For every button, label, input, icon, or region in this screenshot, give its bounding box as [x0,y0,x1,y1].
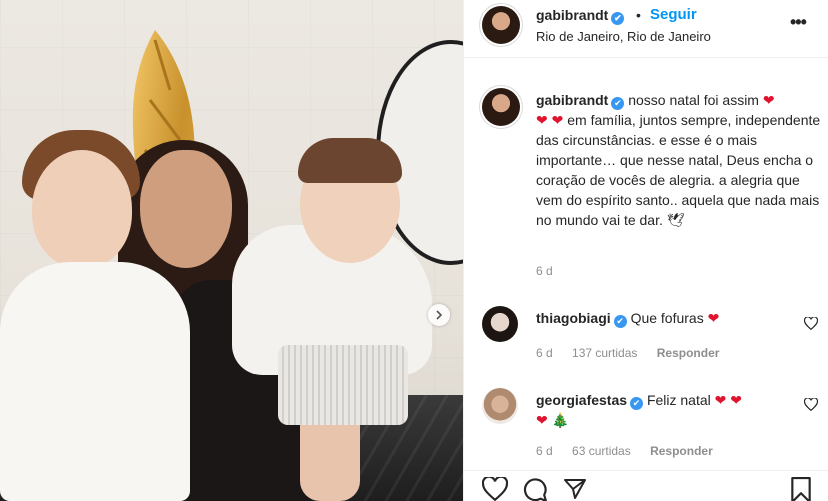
left-child-face [32,150,132,268]
author-username: gabibrandt [536,7,609,23]
comment-body: Que fofuras [630,310,704,326]
location-link[interactable]: Rio de Janeiro, Rio de Janeiro [536,29,711,44]
caption-username[interactable]: gabibrandt [536,92,608,108]
bookmark-icon[interactable] [790,477,812,501]
commenter-username[interactable]: georgiafestas [536,392,627,408]
post-actions-bar [464,470,828,501]
verified-badge-icon: ✔ [613,315,627,328]
verified-badge-icon: ✔ [611,12,625,25]
heart-emoji: ❤ [707,310,720,326]
reply-button[interactable]: Responder [657,346,720,360]
right-child-hair [298,138,402,183]
post-photo[interactable] [0,0,463,501]
comment-text: thiagobiagi ✔ Que fofuras ❤ [536,308,786,328]
left-child-sweater [0,262,190,501]
comment-icon[interactable] [522,477,548,501]
commenter-avatar[interactable] [482,388,518,424]
author-username-link[interactable]: gabibrandt ✔ [536,7,625,25]
comment-like-heart-icon[interactable] [804,398,818,411]
heart-tree-emoji: ❤ 🎄 [536,412,570,428]
verified-badge-icon: ✔ [611,97,625,110]
comment-like-heart-icon[interactable] [804,317,818,330]
right-child-shorts [278,345,408,425]
instagram-post-view: gabibrandt ✔ • Seguir Rio de Janeiro, Rio… [0,0,828,501]
heart-emoji: ❤ [762,92,775,108]
comment-time[interactable]: 6 d [536,444,553,458]
reply-button[interactable]: Responder [650,444,713,458]
separator-dot: • [636,7,641,23]
chevron-right-icon [436,310,443,320]
follow-button[interactable]: Seguir [650,6,697,23]
caption-author-avatar[interactable] [482,88,520,126]
comment-time[interactable]: 6 d [536,346,553,360]
post-header: gabibrandt ✔ • Seguir Rio de Janeiro, Rio… [464,0,828,58]
post-caption: gabibrandt ✔ nosso natal foi assim ❤ ❤ ❤ … [536,90,821,230]
commenter-avatar[interactable] [482,306,518,342]
comment-likes[interactable]: 63 curtidas [572,444,631,458]
more-options-button[interactable]: ••• [790,12,807,33]
author-avatar[interactable] [482,6,520,44]
comment-meta: 6 d 63 curtidas Responder [536,444,729,458]
heart-outline-icon[interactable] [482,477,508,501]
heart-emoji-pair: ❤ ❤ [536,112,564,128]
caption-timestamp[interactable]: 6 d [536,264,553,278]
verified-badge-icon: ✔ [630,397,644,410]
carousel-next-button[interactable] [428,304,450,326]
comment-likes[interactable]: 137 curtidas [572,346,637,360]
paper-plane-icon[interactable] [562,477,588,501]
heart-emoji-pair: ❤ ❤ [714,392,742,408]
comment-text: georgiafestas ✔ Feliz natal ❤ ❤ ❤ 🎄 [536,390,786,430]
comment-body: Feliz natal [646,392,711,408]
woman-face [140,150,232,268]
comment-meta: 6 d 137 curtidas Responder [536,346,735,360]
post-side-panel: gabibrandt ✔ • Seguir Rio de Janeiro, Rio… [463,0,828,501]
commenter-username[interactable]: thiagobiagi [536,310,611,326]
caption-text-line1: nosso natal foi assim [628,92,759,108]
caption-text-rest: em família, juntos sempre, independente … [536,112,821,228]
